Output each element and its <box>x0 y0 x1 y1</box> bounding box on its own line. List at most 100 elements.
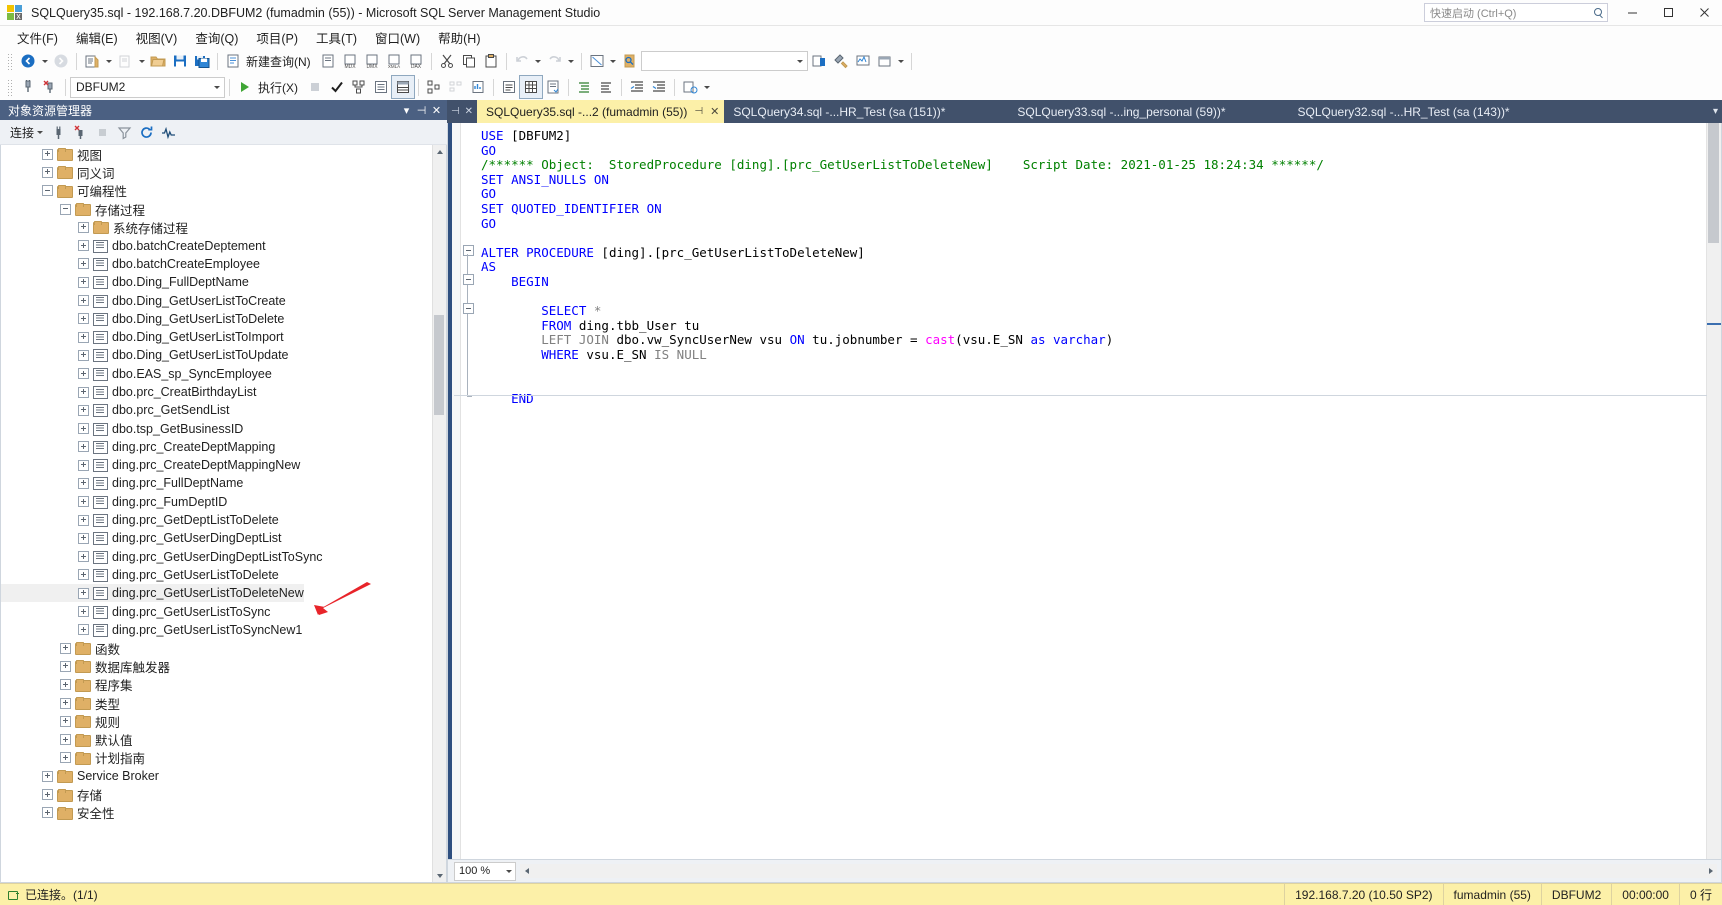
pin-icon[interactable]: ⊣ <box>414 101 429 119</box>
tree-node[interactable]: 安全性 <box>1 804 446 822</box>
results-to-grid-button-2[interactable] <box>519 75 543 99</box>
expand-toggle-icon[interactable] <box>59 697 72 710</box>
expand-toggle-icon[interactable] <box>77 514 90 527</box>
expand-toggle-icon[interactable] <box>59 733 72 746</box>
new-query-icon[interactable] <box>222 50 244 72</box>
expand-toggle-icon[interactable] <box>77 623 90 636</box>
expand-toggle-icon[interactable] <box>77 312 90 325</box>
tab-sqlquery35[interactable]: SQLQuery35.sql -...2 (fumadmin (55)) ⊣ ✕ <box>477 100 725 123</box>
menu-query[interactable]: 查询(Q) <box>186 26 247 49</box>
open-file-button[interactable] <box>147 50 169 72</box>
save-button[interactable] <box>169 50 191 72</box>
expand-toggle-icon[interactable] <box>77 386 90 399</box>
tab-list-chevron-icon[interactable]: ▾ <box>1713 106 1718 117</box>
save-all-button[interactable] <box>191 50 213 72</box>
tree-node[interactable]: dbo.Ding_GetUserListToUpdate <box>1 346 446 364</box>
new-project-dropdown[interactable] <box>103 50 114 72</box>
fold-toggle-select[interactable] <box>463 303 474 314</box>
expand-toggle-icon[interactable] <box>41 788 54 801</box>
expand-toggle-icon[interactable] <box>77 459 90 472</box>
pin-icon[interactable]: ⊣ <box>451 106 460 117</box>
execute-icon[interactable] <box>234 76 256 98</box>
tree-node[interactable]: dbo.Ding_GetUserListToCreate <box>1 291 446 309</box>
scroll-left-button[interactable] <box>520 864 533 878</box>
tree-node[interactable]: ding.prc_FumDeptID <box>1 493 446 511</box>
menu-window[interactable]: 窗口(W) <box>366 26 429 49</box>
tab-sqlquery33[interactable]: SQLQuery33.sql -...ing_personal (59))* <box>1008 100 1230 123</box>
expand-toggle-icon[interactable] <box>77 568 90 581</box>
new-xmla-query-button[interactable]: XMLA <box>383 50 405 72</box>
copy-button[interactable] <box>458 50 480 72</box>
tree-node[interactable]: 计划指南 <box>1 749 446 767</box>
tree-node[interactable]: dbo.Ding_FullDeptName <box>1 273 446 291</box>
results-to-grid-button[interactable] <box>391 75 415 99</box>
expand-toggle-icon[interactable] <box>77 331 90 344</box>
expand-toggle-icon[interactable] <box>59 751 72 764</box>
minimize-button[interactable] <box>1614 0 1650 25</box>
tab-sqlquery32[interactable]: SQLQuery32.sql -...HR_Test (sa (143))* <box>1289 100 1515 123</box>
tree-node[interactable]: ding.prc_GetUserListToDeleteNew <box>1 584 304 603</box>
editor-horizontal-scrollbar[interactable] <box>520 864 1717 878</box>
editor-code[interactable]: USE [DBFUM2] GO/****** Object: StoredProc… <box>475 123 1706 859</box>
new-mdx-query-button[interactable]: MDX <box>339 50 361 72</box>
fold-toggle-procedure[interactable] <box>463 245 474 256</box>
close-icon[interactable]: ✕ <box>710 105 719 118</box>
fold-toggle-begin[interactable] <box>463 274 474 285</box>
cut-button[interactable] <box>436 50 458 72</box>
pin-icon[interactable]: ⊣ <box>694 106 703 117</box>
comment-lines-button[interactable] <box>573 76 595 98</box>
menu-view[interactable]: 视图(V) <box>127 26 187 49</box>
menu-help[interactable]: 帮助(H) <box>429 26 489 49</box>
show-results-button[interactable] <box>808 50 830 72</box>
new-dmx-query-button[interactable]: DMX <box>361 50 383 72</box>
tree-node[interactable]: 默认值 <box>1 731 446 749</box>
close-button[interactable] <box>1686 0 1722 25</box>
tree-node[interactable]: ding.prc_FullDeptName <box>1 474 446 492</box>
parse-button[interactable] <box>326 76 348 98</box>
scroll-up-button[interactable] <box>433 145 446 158</box>
results-to-file-button[interactable] <box>542 76 564 98</box>
registered-servers-dropdown[interactable] <box>608 50 619 72</box>
collapse-toggle-icon[interactable] <box>59 203 72 216</box>
expand-toggle-icon[interactable] <box>77 477 90 490</box>
redo-dropdown[interactable] <box>566 50 577 72</box>
collapse-toggle-icon[interactable] <box>41 184 54 197</box>
undo-button[interactable] <box>511 50 533 72</box>
tree-node[interactable]: 可编程性 <box>1 182 446 200</box>
close-icon[interactable]: ✕ <box>429 101 444 119</box>
results-to-text-button[interactable] <box>498 76 520 98</box>
scrollbar-thumb[interactable] <box>434 315 444 415</box>
tree-node[interactable]: 同义词 <box>1 163 446 181</box>
object-explorer-details-button[interactable] <box>830 50 852 72</box>
menu-edit[interactable]: 编辑(E) <box>67 26 127 49</box>
expand-toggle-icon[interactable] <box>77 440 90 453</box>
expand-toggle-icon[interactable] <box>77 404 90 417</box>
find-combo[interactable] <box>640 51 808 71</box>
tree-node[interactable]: 数据库触发器 <box>1 657 446 675</box>
find-in-files-icon[interactable] <box>619 50 641 72</box>
tree-node[interactable]: ding.prc_CreateDeptMappingNew <box>1 456 446 474</box>
decrease-indent-button[interactable] <box>626 76 648 98</box>
connect-dropdown-button[interactable]: 连接 <box>6 122 47 143</box>
tree-node[interactable]: 存储过程 <box>1 200 446 218</box>
tree-node[interactable]: 存储 <box>1 785 446 803</box>
templates-dropdown[interactable] <box>896 50 907 72</box>
editor-fold-margin[interactable] <box>461 123 475 859</box>
tree-node[interactable]: dbo.Ding_GetUserListToImport <box>1 328 446 346</box>
disconnect-object-explorer-button[interactable] <box>69 121 91 143</box>
navigate-back-button[interactable] <box>17 50 39 72</box>
expand-toggle-icon[interactable] <box>77 550 90 563</box>
tree-node[interactable]: dbo.prc_CreatBirthdayList <box>1 383 446 401</box>
tree-node[interactable]: ding.prc_GetUserDingDeptList <box>1 529 446 547</box>
new-item-button[interactable] <box>114 50 136 72</box>
activity-monitor-icon[interactable] <box>157 121 179 143</box>
tree-node[interactable]: dbo.batchCreateDeptement <box>1 236 446 254</box>
expand-toggle-icon[interactable] <box>41 166 54 179</box>
navigate-back-dropdown[interactable] <box>39 50 50 72</box>
scrollbar-thumb[interactable] <box>1708 123 1719 243</box>
tree-node[interactable]: dbo.Ding_GetUserListToDelete <box>1 310 446 328</box>
specify-values-dropdown[interactable] <box>701 76 712 98</box>
scroll-down-button[interactable] <box>433 869 446 882</box>
expand-toggle-icon[interactable] <box>77 221 90 234</box>
tree-node[interactable]: 函数 <box>1 639 446 657</box>
